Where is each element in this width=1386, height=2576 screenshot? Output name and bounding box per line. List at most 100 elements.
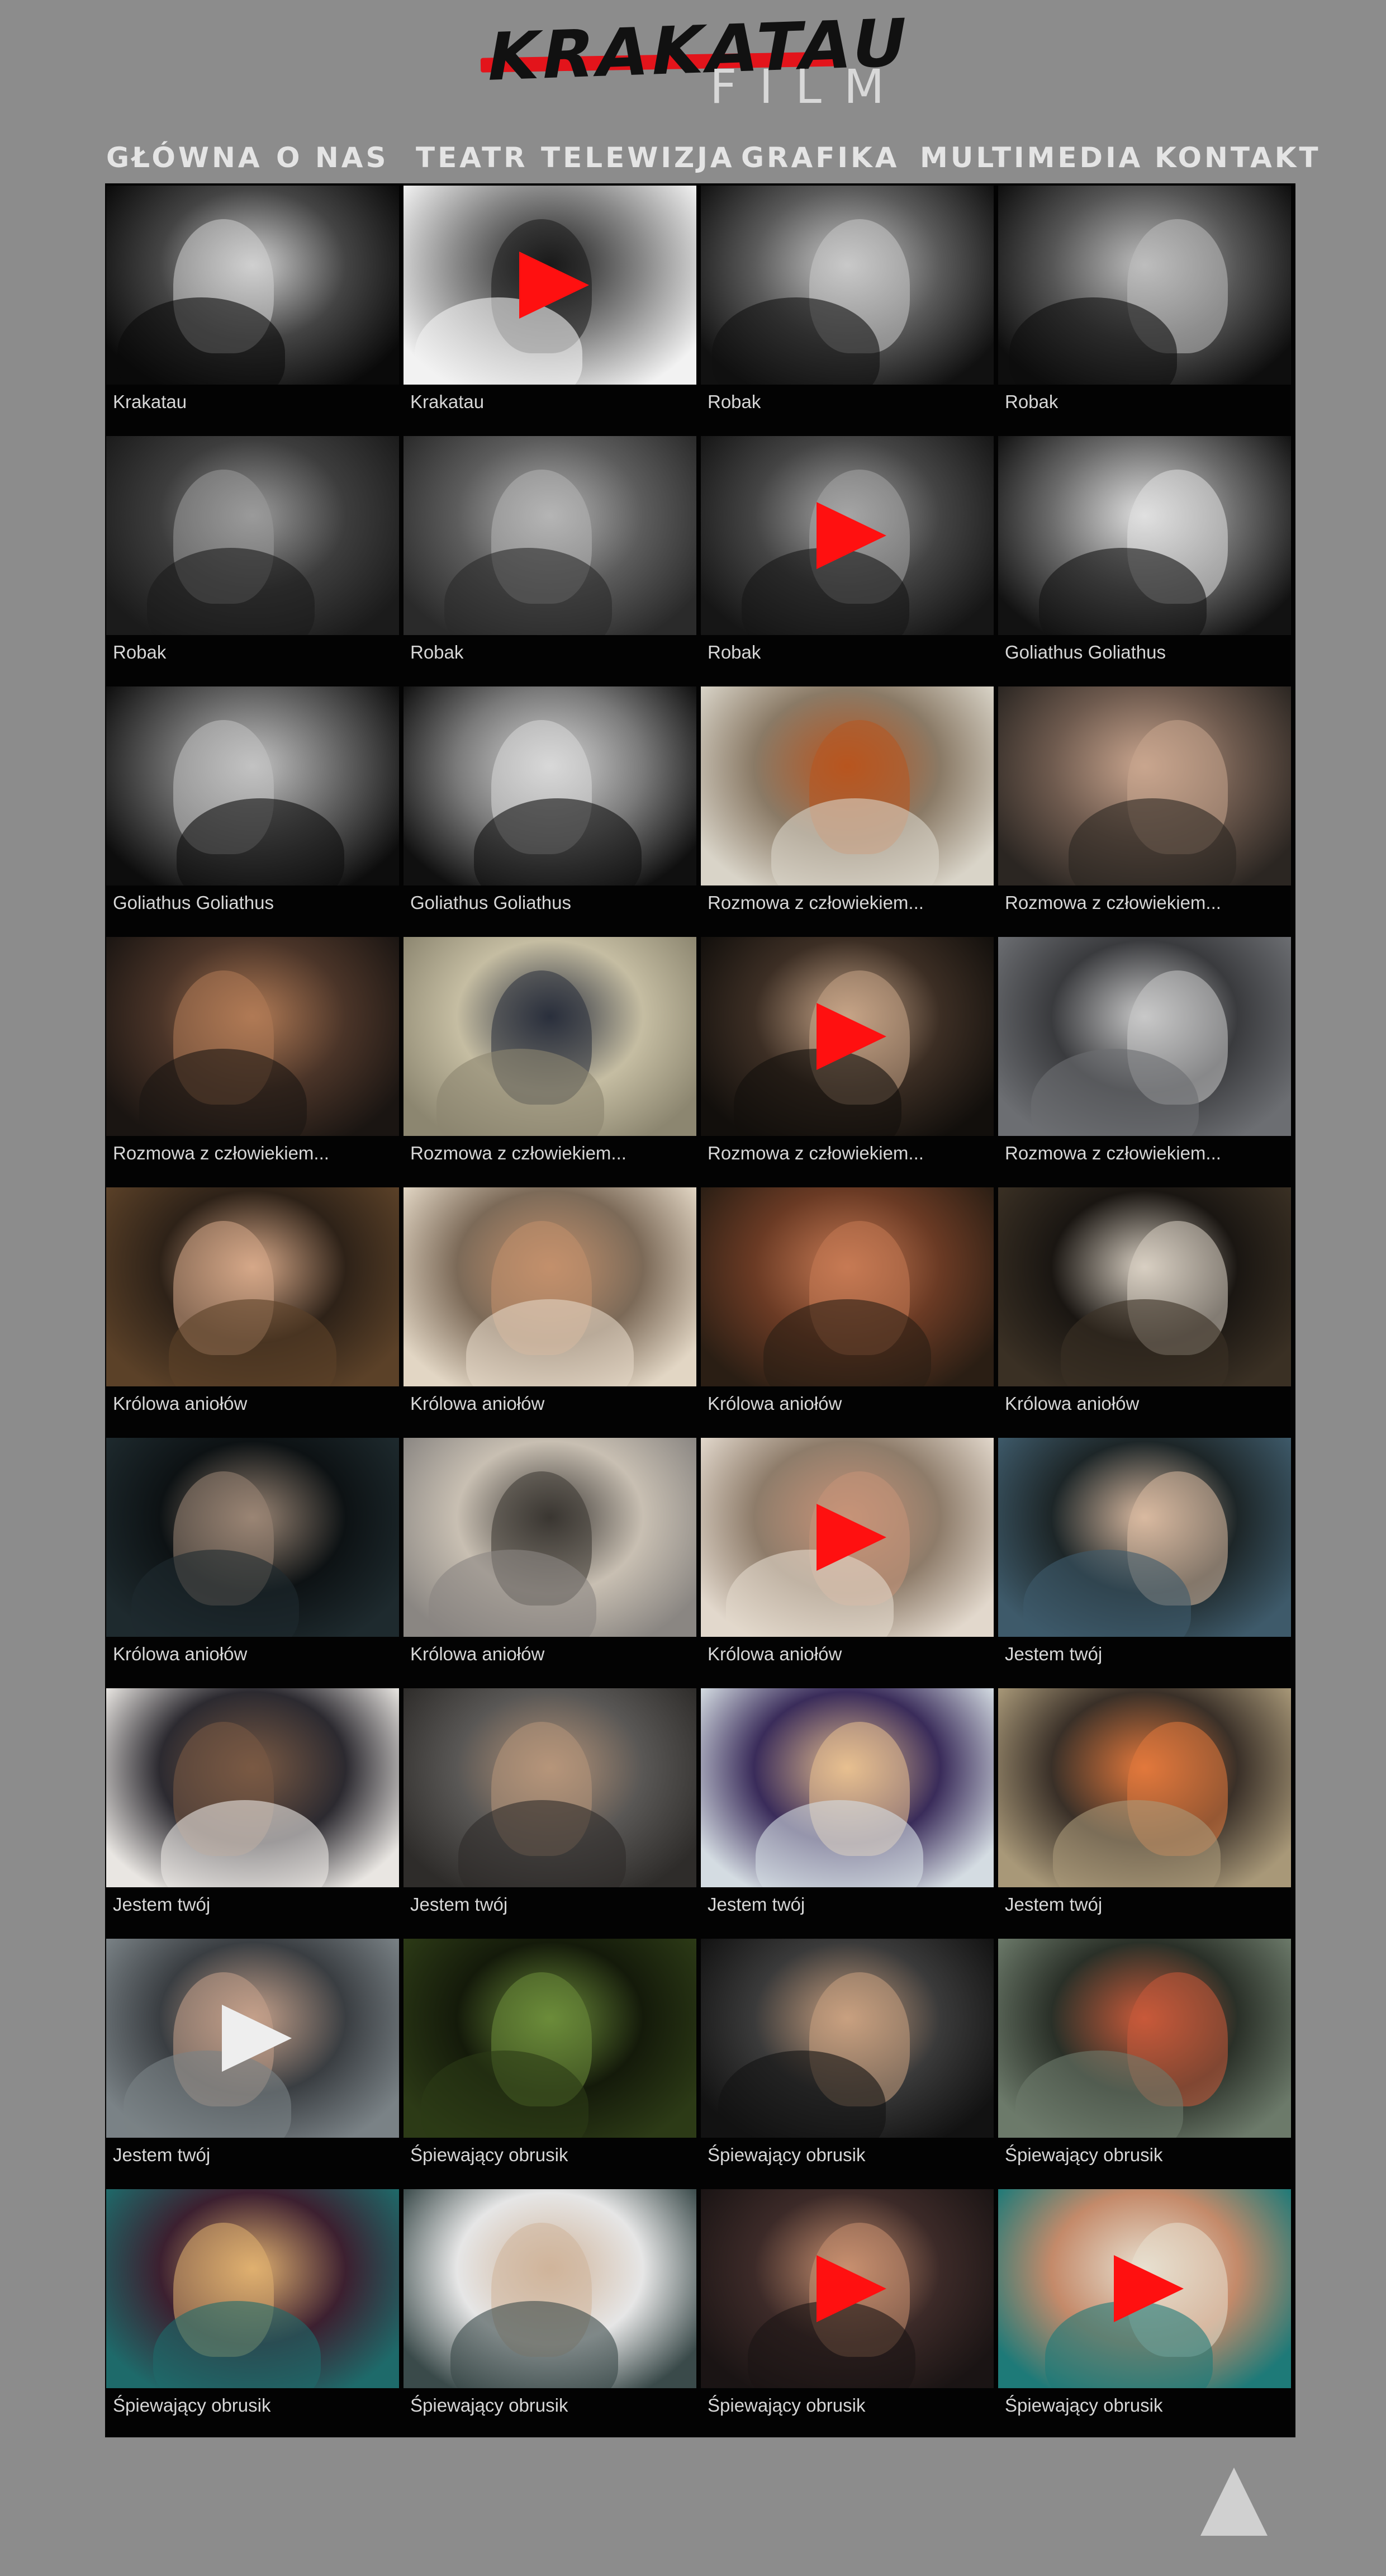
gallery-item[interactable]: Królowa aniołów <box>700 1436 994 1686</box>
gallery-item[interactable]: Jestem twój <box>700 1686 994 1936</box>
gallery-item[interactable]: Robak <box>105 434 399 684</box>
gallery-item[interactable]: Robak <box>402 434 696 684</box>
thumbnail-caption[interactable]: Rozmowa z człowiekiem... <box>113 1143 329 1164</box>
thumbnail-caption[interactable]: Goliathus Goliathus <box>1005 642 1166 663</box>
thumbnail-caption[interactable]: Rozmowa z człowiekiem... <box>1005 892 1221 913</box>
film-still-thumbnail[interactable] <box>106 937 399 1136</box>
film-still-thumbnail[interactable] <box>404 1187 696 1386</box>
gallery-item[interactable]: Goliathus Goliathus <box>402 684 696 935</box>
film-still-thumbnail[interactable] <box>701 937 994 1136</box>
gallery-item[interactable]: Robak <box>700 434 994 684</box>
gallery-item[interactable]: Jestem twój <box>997 1686 1291 1936</box>
krakatau-film-logo[interactable]: KRAKATAU FILM <box>475 4 917 114</box>
thumbnail-caption[interactable]: Śpiewający obrusik <box>410 2395 568 2416</box>
thumbnail-caption[interactable]: Jestem twój <box>708 1894 805 1915</box>
nav-item-kontakt[interactable]: KONTAKT <box>1155 141 1321 174</box>
nav-item-teatr[interactable]: TEATR <box>416 141 528 174</box>
film-still-thumbnail[interactable] <box>106 1939 399 2138</box>
gallery-item[interactable]: Rozmowa z człowiekiem... <box>700 935 994 1185</box>
film-still-thumbnail[interactable] <box>106 686 399 886</box>
thumbnail-caption[interactable]: Jestem twój <box>113 2144 210 2166</box>
gallery-item[interactable]: Śpiewający obrusik <box>402 1936 696 2187</box>
gallery-item[interactable]: Królowa aniołów <box>402 1185 696 1436</box>
gallery-item[interactable]: Śpiewający obrusik <box>700 2187 994 2437</box>
back-to-top-arrow-icon[interactable] <box>1200 2468 1268 2536</box>
thumbnail-caption[interactable]: Królowa aniołów <box>410 1393 544 1414</box>
thumbnail-caption[interactable]: Robak <box>708 642 761 663</box>
play-icon[interactable] <box>1114 2255 1184 2322</box>
gallery-item[interactable]: Śpiewający obrusik <box>700 1936 994 2187</box>
film-still-thumbnail[interactable] <box>106 1438 399 1637</box>
thumbnail-caption[interactable]: Jestem twój <box>1005 1894 1102 1915</box>
thumbnail-caption[interactable]: Goliathus Goliathus <box>113 892 274 913</box>
thumbnail-caption[interactable]: Robak <box>1005 391 1058 413</box>
thumbnail-caption[interactable]: Jestem twój <box>1005 1644 1102 1665</box>
gallery-item[interactable]: Rozmowa z człowiekiem... <box>105 935 399 1185</box>
film-still-thumbnail[interactable] <box>701 1939 994 2138</box>
thumbnail-caption[interactable]: Jestem twój <box>410 1894 507 1915</box>
thumbnail-caption[interactable]: Śpiewający obrusik <box>1005 2395 1162 2416</box>
nav-item-multimedia[interactable]: MULTIMEDIA <box>920 141 1143 174</box>
thumbnail-caption[interactable]: Śpiewający obrusik <box>708 2144 865 2166</box>
gallery-item[interactable]: Jestem twój <box>997 1436 1291 1686</box>
film-still-thumbnail[interactable] <box>701 1187 994 1386</box>
gallery-item[interactable]: Śpiewający obrusik <box>997 2187 1291 2437</box>
gallery-item[interactable]: Rozmowa z człowiekiem... <box>997 684 1291 935</box>
thumbnail-caption[interactable]: Krakatau <box>113 391 187 413</box>
film-still-thumbnail[interactable] <box>998 186 1291 385</box>
gallery-item[interactable]: Królowa aniołów <box>700 1185 994 1436</box>
gallery-item[interactable]: Rozmowa z człowiekiem... <box>700 684 994 935</box>
play-icon[interactable] <box>222 2005 292 2072</box>
film-still-thumbnail[interactable] <box>701 186 994 385</box>
thumbnail-caption[interactable]: Królowa aniołów <box>113 1644 247 1665</box>
film-still-thumbnail[interactable] <box>106 436 399 635</box>
thumbnail-caption[interactable]: Jestem twój <box>113 1894 210 1915</box>
thumbnail-caption[interactable]: Królowa aniołów <box>708 1644 842 1665</box>
thumbnail-caption[interactable]: Królowa aniołów <box>708 1393 842 1414</box>
play-icon[interactable] <box>817 502 886 569</box>
nav-item-glowna[interactable]: GŁÓWNA <box>106 141 263 174</box>
thumbnail-caption[interactable]: Robak <box>113 642 166 663</box>
film-still-thumbnail[interactable] <box>404 436 696 635</box>
film-still-thumbnail[interactable] <box>701 686 994 886</box>
film-still-thumbnail[interactable] <box>701 436 994 635</box>
thumbnail-caption[interactable]: Śpiewający obrusik <box>1005 2144 1162 2166</box>
thumbnail-caption[interactable]: Śpiewający obrusik <box>410 2144 568 2166</box>
film-still-thumbnail[interactable] <box>701 1688 994 1887</box>
gallery-item[interactable]: Królowa aniołów <box>402 1436 696 1686</box>
play-icon[interactable] <box>817 1504 886 1571</box>
film-still-thumbnail[interactable] <box>404 1688 696 1887</box>
gallery-item[interactable]: Krakatau <box>105 183 399 434</box>
film-still-thumbnail[interactable] <box>404 937 696 1136</box>
thumbnail-caption[interactable]: Robak <box>410 642 463 663</box>
gallery-item[interactable]: Śpiewający obrusik <box>997 1936 1291 2187</box>
gallery-item[interactable]: Robak <box>700 183 994 434</box>
film-still-thumbnail[interactable] <box>106 2189 399 2388</box>
film-still-thumbnail[interactable] <box>404 1438 696 1637</box>
play-icon[interactable] <box>817 1003 886 1070</box>
thumbnail-caption[interactable]: Królowa aniołów <box>113 1393 247 1414</box>
thumbnail-caption[interactable]: Krakatau <box>410 391 484 413</box>
film-still-thumbnail[interactable] <box>404 2189 696 2388</box>
thumbnail-caption[interactable]: Śpiewający obrusik <box>708 2395 865 2416</box>
thumbnail-caption[interactable]: Rozmowa z człowiekiem... <box>708 1143 924 1164</box>
film-still-thumbnail[interactable] <box>404 186 696 385</box>
thumbnail-caption[interactable]: Śpiewający obrusik <box>113 2395 270 2416</box>
gallery-item[interactable]: Rozmowa z człowiekiem... <box>997 935 1291 1185</box>
gallery-item[interactable]: Śpiewający obrusik <box>105 2187 399 2437</box>
gallery-item[interactable]: Krakatau <box>402 183 696 434</box>
thumbnail-caption[interactable]: Rozmowa z człowiekiem... <box>410 1143 626 1164</box>
film-still-thumbnail[interactable] <box>106 186 399 385</box>
film-still-thumbnail[interactable] <box>998 937 1291 1136</box>
gallery-item[interactable]: Śpiewający obrusik <box>402 2187 696 2437</box>
thumbnail-caption[interactable]: Goliathus Goliathus <box>410 892 571 913</box>
film-still-thumbnail[interactable] <box>998 436 1291 635</box>
nav-item-o-nas[interactable]: O NAS <box>276 141 388 174</box>
thumbnail-caption[interactable]: Rozmowa z człowiekiem... <box>708 892 924 913</box>
gallery-item[interactable]: Królowa aniołów <box>105 1436 399 1686</box>
film-still-thumbnail[interactable] <box>106 1187 399 1386</box>
film-still-thumbnail[interactable] <box>701 2189 994 2388</box>
gallery-item[interactable]: Goliathus Goliathus <box>105 684 399 935</box>
gallery-item[interactable]: Robak <box>997 183 1291 434</box>
thumbnail-caption[interactable]: Robak <box>708 391 761 413</box>
